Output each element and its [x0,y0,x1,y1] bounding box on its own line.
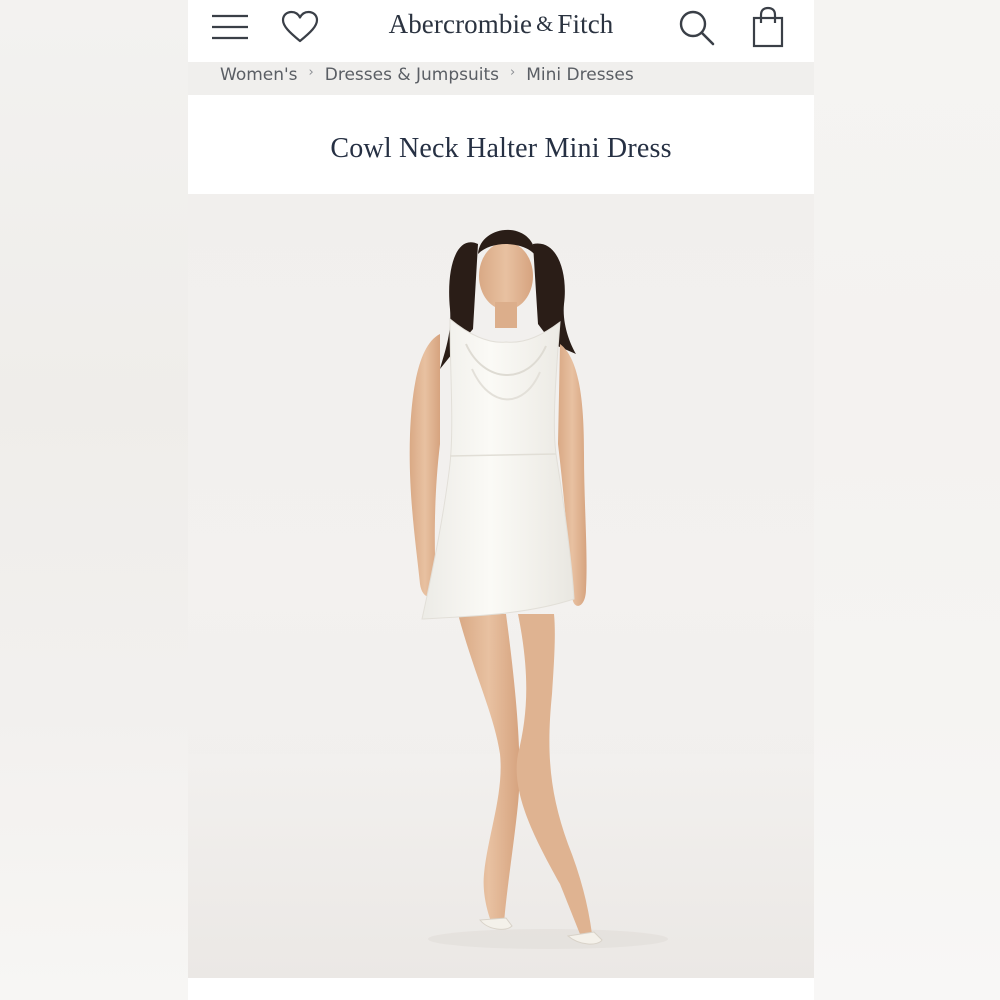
brand-logo[interactable]: Abercrombie & Fitch [348,6,654,42]
background-blur-left [0,0,188,1000]
floor-shadow [428,929,668,949]
model-face [479,242,533,310]
product-title: Cowl Neck Halter Mini Dress [330,132,672,164]
breadcrumb-item-dresses-jumpsuits[interactable]: Dresses & Jumpsuits [325,65,499,85]
search-icon[interactable] [675,6,719,50]
mobile-product-page: Abercrombie & Fitch Women's › Dresses & Ju… [188,0,814,1000]
model-neck [495,302,517,328]
page-bottom-strip [188,978,814,1000]
breadcrumb: Women's › Dresses & Jumpsuits › Mini Dre… [188,62,814,95]
breadcrumb-separator: › [308,65,314,80]
product-title-area: Cowl Neck Halter Mini Dress [188,95,814,194]
product-image[interactable] [188,194,814,978]
site-header: Abercrombie & Fitch [188,0,814,62]
brand-name-part-2: Fitch [557,8,614,39]
heart-icon[interactable] [278,6,322,48]
white-cowl-neck-dress [421,317,575,620]
breadcrumb-item-womens[interactable]: Women's [220,65,298,85]
shopping-bag-icon[interactable] [746,4,790,50]
brand-name-part-1: Abercrombie [388,8,533,39]
brand-ampersand: & [536,11,554,36]
hamburger-menu-icon[interactable] [208,8,252,46]
breadcrumb-item-mini-dresses[interactable]: Mini Dresses [526,65,634,85]
background-blur-right [814,0,1000,1000]
model-illustration [188,229,814,978]
breadcrumb-separator: › [510,65,516,80]
